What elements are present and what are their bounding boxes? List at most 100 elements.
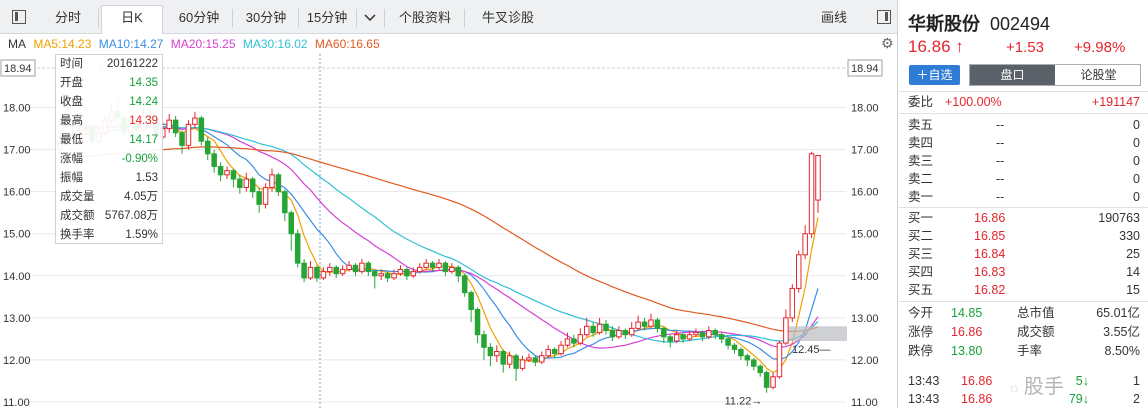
y-tick-label-left: 15.00 [3, 229, 31, 241]
tick-time: 13:43 [908, 374, 940, 388]
level-label: 买四 [908, 265, 934, 279]
level-price: -- [996, 136, 1005, 150]
tab-niucha-diagnosis[interactable]: 牛叉诊股 [468, 6, 548, 30]
candle-body [307, 266, 314, 279]
y-tick-label-right: 12.00 [851, 355, 879, 367]
ma-legend: MA MA5:14.23 MA10:14.27 MA20:15.25 MA30:… [8, 34, 384, 54]
level-label: 卖三 [908, 154, 934, 168]
tick-time: 13:43 [908, 392, 940, 406]
range-shade [789, 326, 847, 342]
candle-body [468, 292, 474, 310]
candle-body [738, 348, 744, 357]
ma-line-60 [59, 146, 819, 333]
level-label: 买一 [908, 211, 934, 225]
candle-body [712, 329, 718, 336]
tooltip-key: 时间 [60, 58, 83, 70]
tooltip-row: 最低 14.17 [56, 131, 162, 150]
candle-body [751, 359, 757, 367]
tooltip-row: 成交量 4.05万 [56, 188, 162, 207]
candle-body [442, 262, 449, 273]
candle-body [449, 266, 455, 273]
collapse-right-icon[interactable] [877, 10, 891, 24]
tab-order-book[interactable]: 盘口 [970, 65, 1055, 85]
tooltip-row: 开盘 14.35 [56, 74, 162, 93]
level-label: 卖一 [908, 190, 934, 204]
candle-body [346, 264, 352, 270]
candle-body [436, 262, 442, 268]
tooltip-key: 成交量 [60, 191, 95, 203]
candle-body [661, 327, 667, 338]
stat-row: 涨停 16.86 成交额 3.55亿 [899, 323, 1148, 341]
candle-body [551, 348, 558, 355]
collapse-left-icon[interactable] [12, 10, 26, 24]
watermark-text: ◌ 股手 [1010, 376, 1064, 398]
more-periods-chevron-icon[interactable] [358, 6, 382, 30]
tick-price: 16.86 [961, 392, 993, 406]
tab-15min[interactable]: 15分钟 [300, 6, 354, 30]
tick-volume: 2 [1133, 392, 1140, 406]
level-volume: 190763 [1098, 211, 1140, 225]
candle-body [693, 332, 699, 336]
quote-panel: 华斯股份 002494 16.86 ↑ +1.53 +9.98% ＋自选 盘口 论… [899, 0, 1148, 408]
add-watchlist-button[interactable]: ＋自选 [909, 65, 960, 85]
candle-body [667, 336, 674, 342]
tab-30min[interactable]: 30分钟 [235, 6, 297, 30]
candle-body [526, 357, 532, 361]
buy-level-row: 买二 16.85 330 [899, 227, 1148, 245]
tooltip-value: -0.90% [121, 153, 158, 165]
tooltip-row: 时间 20161222 [56, 55, 162, 74]
candle-body [686, 334, 693, 340]
candle-body [494, 351, 500, 357]
tooltip-row: 成交额 5767.08万 [56, 207, 162, 226]
level-volume: 14 [1126, 265, 1140, 279]
ma60-value: MA60:16.65 [314, 37, 380, 51]
tab-forum[interactable]: 论股堂 [1056, 65, 1141, 85]
tooltip-row: 换手率 1.59% [56, 226, 162, 245]
candle-body [262, 186, 269, 205]
app-root: 分时 日K 60分钟 30分钟 15分钟 个股资料 牛叉诊股 画线 MA MA5… [0, 0, 1148, 408]
candle-body [256, 191, 262, 205]
tooltip-key: 最高 [60, 115, 83, 127]
draw-line-button[interactable]: 画线 [812, 6, 856, 30]
tick-price: 16.86 [961, 374, 993, 388]
sell-level-row: 卖四 -- 0 [899, 134, 1148, 152]
quote-segment-control: 盘口 论股堂 [969, 64, 1141, 86]
candle-body [802, 233, 808, 256]
level-price: -- [996, 190, 1005, 204]
candle-body [237, 178, 243, 188]
stat-label-2: 手率 [1017, 344, 1043, 358]
ma10-value: MA10:14.27 [98, 37, 164, 51]
weibi-row: 委比 +100.00% +191147 [899, 93, 1148, 111]
tab-60min[interactable]: 60分钟 [168, 6, 230, 30]
level-label: 卖四 [908, 136, 934, 150]
candle-body [808, 153, 815, 235]
tooltip-key: 开盘 [60, 77, 83, 89]
tab-company-info[interactable]: 个股资料 [388, 6, 462, 30]
candle-body [673, 334, 680, 342]
candle-body [513, 355, 519, 369]
tab-daily-k[interactable]: 日K [101, 5, 163, 34]
tab-fenshi[interactable]: 分时 [40, 6, 96, 30]
stat-label: 跌停 [908, 344, 934, 358]
y-tick-label-left: 14.00 [3, 271, 31, 283]
candle-body [628, 327, 635, 336]
chart-panel: 分时 日K 60分钟 30分钟 15分钟 个股资料 牛叉诊股 画线 MA MA5… [0, 0, 898, 408]
candle-body [378, 273, 384, 277]
y-tick-label-left: 13.00 [3, 313, 31, 325]
candle-body [571, 338, 577, 344]
tooltip-row: 最高 14.39 [56, 112, 162, 131]
tooltip-key: 涨幅 [60, 153, 83, 165]
candle-body [217, 165, 224, 176]
candle-body [699, 332, 706, 338]
candle-body [275, 174, 282, 193]
candle-body [320, 271, 327, 279]
level-volume: 0 [1133, 172, 1140, 186]
candle-body [404, 268, 410, 277]
candle-body [616, 329, 622, 338]
range-annotation: 12.45— [792, 344, 831, 356]
gear-icon[interactable]: ⚙ [881, 35, 894, 52]
candle-body [185, 123, 192, 146]
candle-body [648, 319, 654, 327]
period-tab-bar: 分时 日K 60分钟 30分钟 15分钟 个股资料 牛叉诊股 画线 [0, 0, 897, 34]
candle-body [680, 334, 686, 340]
